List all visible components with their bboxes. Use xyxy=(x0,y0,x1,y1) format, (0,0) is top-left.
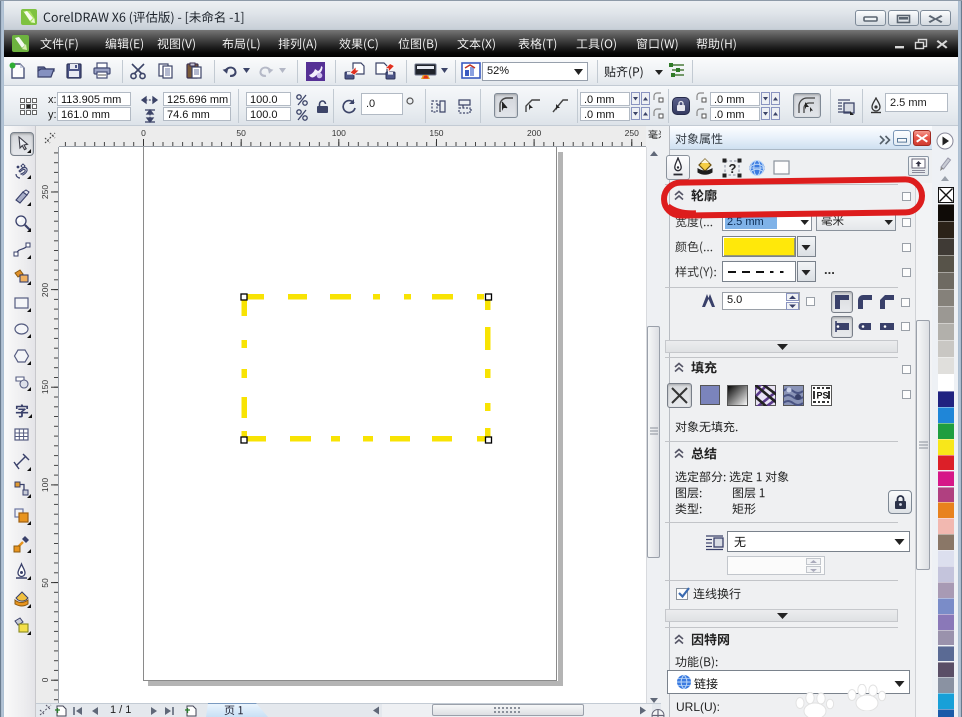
svg-text:PS: PS xyxy=(817,391,829,401)
svg-text:?: ? xyxy=(729,161,737,176)
